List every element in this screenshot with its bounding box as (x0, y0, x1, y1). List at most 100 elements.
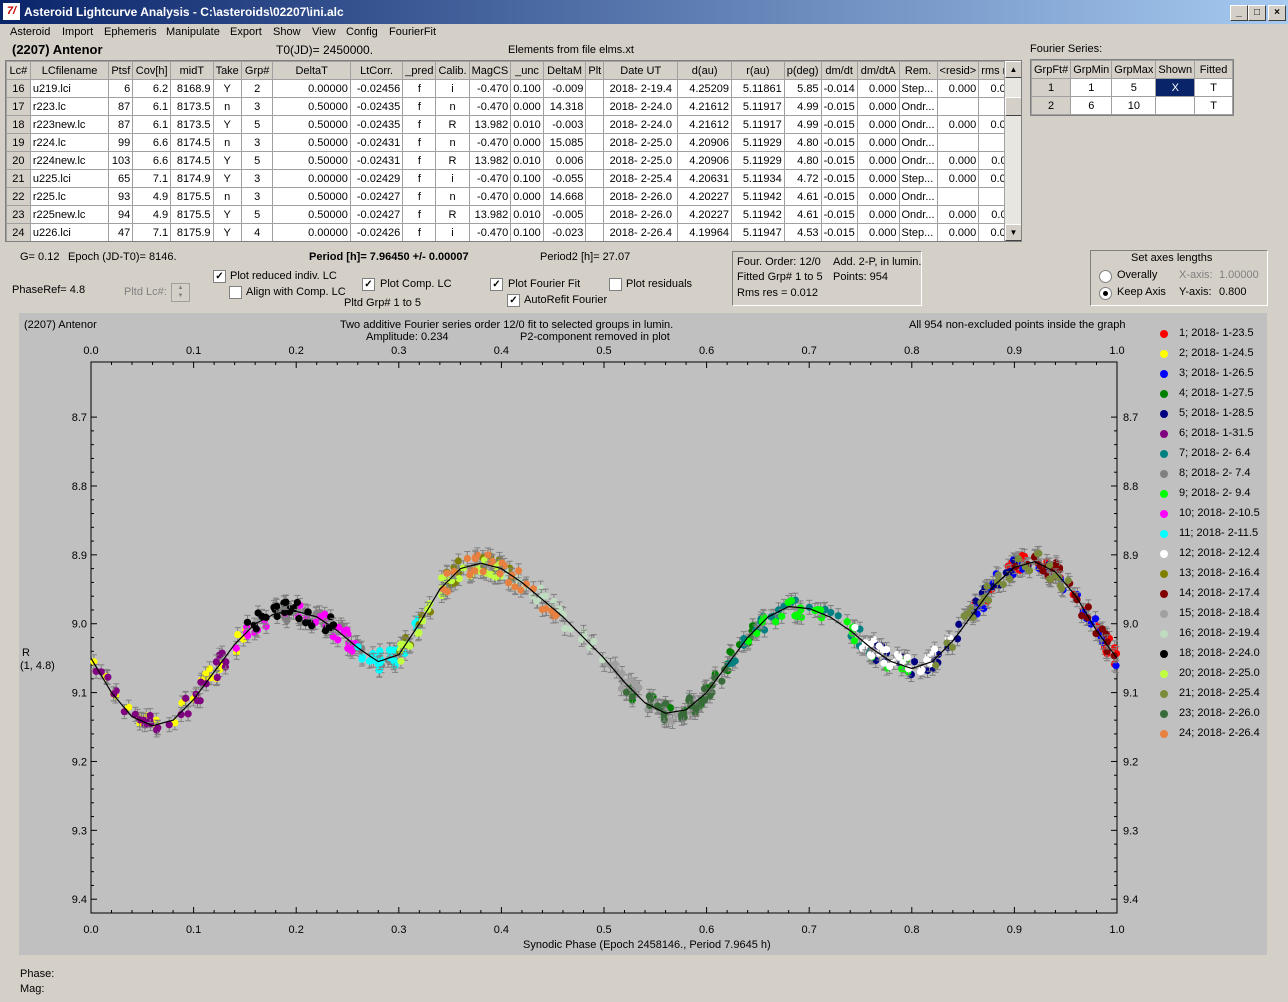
data-point (104, 673, 112, 681)
legend-label: 10; 2018- 2-10.5 (1179, 507, 1260, 519)
x-tick-label-top: 0.6 (699, 345, 714, 357)
data-point (146, 711, 154, 720)
data-point (850, 637, 859, 645)
data-point (843, 618, 851, 626)
legend-label: 6; 2018- 1-31.5 (1179, 427, 1254, 439)
y-tick-label: 8.8 (72, 481, 87, 493)
data-point (627, 676, 635, 684)
x-tick-label-top: 0.2 (289, 345, 304, 357)
x-tick-label-top: 0.3 (391, 345, 406, 357)
data-point (293, 598, 301, 607)
x-tick-label: 0.4 (494, 924, 509, 936)
legend-swatch-icon (1160, 670, 1168, 678)
data-point (346, 645, 355, 653)
data-point (787, 596, 796, 605)
legend-swatch-icon (1160, 690, 1168, 698)
x-tick-label-top: 1.0 (1109, 345, 1124, 357)
data-point (120, 708, 128, 716)
data-point (1025, 567, 1034, 575)
legend-label: 14; 2018- 2-17.4 (1179, 587, 1260, 599)
data-point (443, 569, 451, 577)
x-tick-label: 0.7 (802, 924, 817, 936)
x-tick-label-top: 0.9 (1007, 345, 1022, 357)
y-tick-label-right: 9.4 (1123, 894, 1138, 906)
legend-label: 9; 2018- 2- 9.4 (1179, 487, 1251, 499)
data-point (895, 653, 903, 661)
data-point (1039, 567, 1047, 575)
y-tick-label-right: 9.1 (1123, 688, 1138, 700)
x-tick-label: 0.3 (391, 924, 406, 936)
data-point (834, 612, 842, 620)
data-point (234, 631, 242, 639)
data-point (511, 583, 519, 591)
data-point (218, 649, 226, 657)
data-point (677, 711, 686, 719)
y-tick-label: 9.2 (72, 756, 87, 768)
y-tick-label: 9.3 (72, 825, 87, 837)
data-point (397, 657, 405, 665)
data-point (439, 585, 447, 593)
data-point (955, 620, 963, 628)
data-point (1035, 549, 1043, 558)
data-point (479, 568, 487, 576)
data-point (537, 584, 545, 592)
data-point (252, 625, 260, 633)
data-point (1058, 585, 1066, 593)
data-point (685, 694, 694, 702)
x-tick-label-top: 0.5 (596, 345, 611, 357)
data-point (983, 582, 991, 590)
data-point (692, 705, 700, 713)
x-tick-label-top: 0.7 (802, 345, 817, 357)
data-point (415, 628, 423, 637)
data-point (744, 637, 752, 645)
legend-swatch-icon (1160, 730, 1168, 738)
legend-label: 3; 2018- 1-26.5 (1179, 367, 1254, 379)
legend-label: 21; 2018- 2-25.4 (1179, 687, 1260, 699)
data-point (463, 554, 471, 563)
x-tick-label: 0.2 (289, 924, 304, 936)
y-tick-label-right: 8.9 (1123, 550, 1138, 562)
data-point (538, 605, 547, 614)
legend-label: 2; 2018- 1-24.5 (1179, 347, 1254, 359)
data-point (727, 649, 735, 657)
legend-label: 18; 2018- 2-24.0 (1179, 647, 1260, 659)
data-point (628, 693, 636, 701)
legend-swatch-icon (1160, 470, 1168, 478)
data-point (295, 615, 303, 623)
data-point (1078, 612, 1086, 620)
data-point (212, 658, 220, 666)
legend-label: 11; 2018- 2-11.5 (1179, 527, 1259, 539)
data-point (321, 627, 330, 635)
data-point (533, 597, 541, 605)
legend-swatch-icon (1160, 410, 1168, 418)
data-point (542, 592, 550, 600)
y-tick-label-right: 8.7 (1123, 412, 1138, 424)
x-tick-label: 0.0 (83, 924, 98, 936)
legend-label: 23; 2018- 2-26.0 (1179, 707, 1260, 719)
data-point (243, 618, 252, 626)
data-point (308, 622, 316, 630)
legend-swatch-icon (1160, 710, 1168, 718)
data-point (778, 612, 786, 620)
y-tick-label: 8.9 (72, 550, 87, 562)
legend-swatch-icon (1160, 530, 1168, 538)
data-point (917, 668, 925, 676)
data-point (184, 710, 192, 718)
data-point (273, 602, 281, 610)
y-tick-label: 8.7 (72, 412, 87, 424)
legend-label: 15; 2018- 2-18.4 (1179, 607, 1260, 619)
data-point (471, 555, 479, 563)
data-point (301, 619, 310, 627)
legend-swatch-icon (1160, 570, 1168, 578)
data-point (504, 579, 513, 587)
data-point (182, 694, 190, 702)
legend-swatch-icon (1160, 630, 1168, 638)
legend-label: 1; 2018- 1-23.5 (1179, 327, 1254, 339)
data-point (590, 638, 598, 646)
legend-label: 20; 2018- 2-25.0 (1179, 667, 1260, 679)
legend-label: 12; 2018- 2-12.4 (1179, 547, 1260, 559)
x-tick-label: 1.0 (1109, 924, 1124, 936)
legend-label: 5; 2018- 1-28.5 (1179, 407, 1254, 419)
x-tick-label-top: 0.8 (904, 345, 919, 357)
legend-label: 4; 2018- 1-27.5 (1179, 387, 1254, 399)
